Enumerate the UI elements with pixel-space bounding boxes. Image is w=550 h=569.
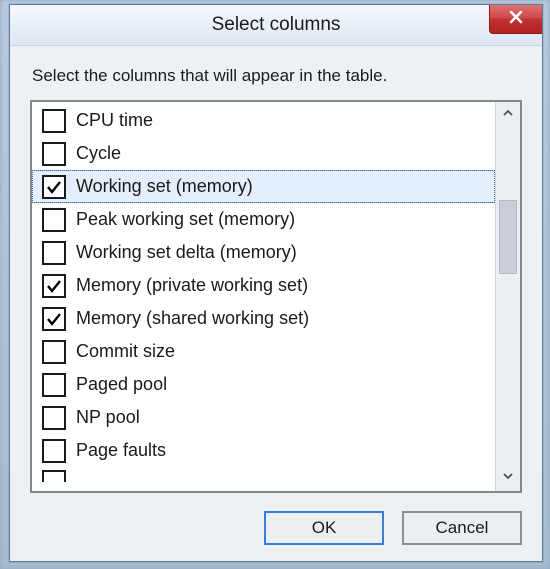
list-item-label: Working set delta (memory) [76,242,297,263]
column-list[interactable]: CPU time Cycle Working set (memory) Peak wo… [32,102,495,491]
list-item-label: Paged pool [76,374,167,395]
checkbox[interactable] [42,142,66,166]
button-row: OK Cancel [30,511,522,545]
list-item-label: Memory (private working set) [76,275,308,296]
list-item-label: Cycle [76,143,121,164]
checkbox[interactable] [42,470,66,482]
list-item[interactable]: CPU time [32,104,495,137]
window-title: Select columns [212,14,341,36]
checkbox[interactable] [42,373,66,397]
list-item[interactable]: Memory (shared working set) [32,302,495,335]
checkbox[interactable] [42,109,66,133]
checkbox[interactable] [42,307,66,331]
scroll-track[interactable] [496,128,520,465]
scroll-thumb[interactable] [499,200,517,274]
checkbox[interactable] [42,241,66,265]
list-item-label: CPU time [76,110,153,131]
list-item[interactable]: Working set delta (memory) [32,236,495,269]
list-item-label: Commit size [76,341,175,362]
titlebar: Select columns [10,5,542,46]
instruction-text: Select the columns that will appear in t… [32,66,522,86]
list-item[interactable]: Page faults [32,434,495,467]
checkbox[interactable] [42,439,66,463]
list-item[interactable]: Memory (private working set) [32,269,495,302]
list-item-label: Page faults [76,440,166,461]
chevron-down-icon [502,469,514,487]
checkbox[interactable] [42,340,66,364]
list-item-label: Peak working set (memory) [76,209,295,230]
scroll-up-button[interactable] [496,102,520,128]
list-item-label: Working set (memory) [76,176,253,197]
scrollbar[interactable] [495,102,520,491]
checkbox[interactable] [42,208,66,232]
list-item[interactable]: Cycle [32,137,495,170]
scroll-down-button[interactable] [496,465,520,491]
ok-button[interactable]: OK [264,511,384,545]
checkbox[interactable] [42,175,66,199]
list-item[interactable]: Paged pool [32,368,495,401]
list-item[interactable]: Peak working set (memory) [32,203,495,236]
cancel-button[interactable]: Cancel [402,511,522,545]
checkbox[interactable] [42,274,66,298]
dialog-content: Select the columns that will appear in t… [10,46,542,561]
list-item-label: NP pool [76,407,140,428]
close-icon [508,9,524,30]
list-item[interactable]: Working set (memory) [32,170,495,203]
list-item-label: Memory (shared working set) [76,308,309,329]
dialog-window: Select columns Select the columns that w… [9,4,543,562]
column-listbox: CPU time Cycle Working set (memory) Peak wo… [30,100,522,493]
list-item[interactable]: NP pool [32,401,495,434]
checkbox[interactable] [42,406,66,430]
list-item[interactable]: Commit size [32,335,495,368]
chevron-up-icon [502,106,514,124]
list-item[interactable] [32,467,495,485]
close-button[interactable] [489,5,542,34]
